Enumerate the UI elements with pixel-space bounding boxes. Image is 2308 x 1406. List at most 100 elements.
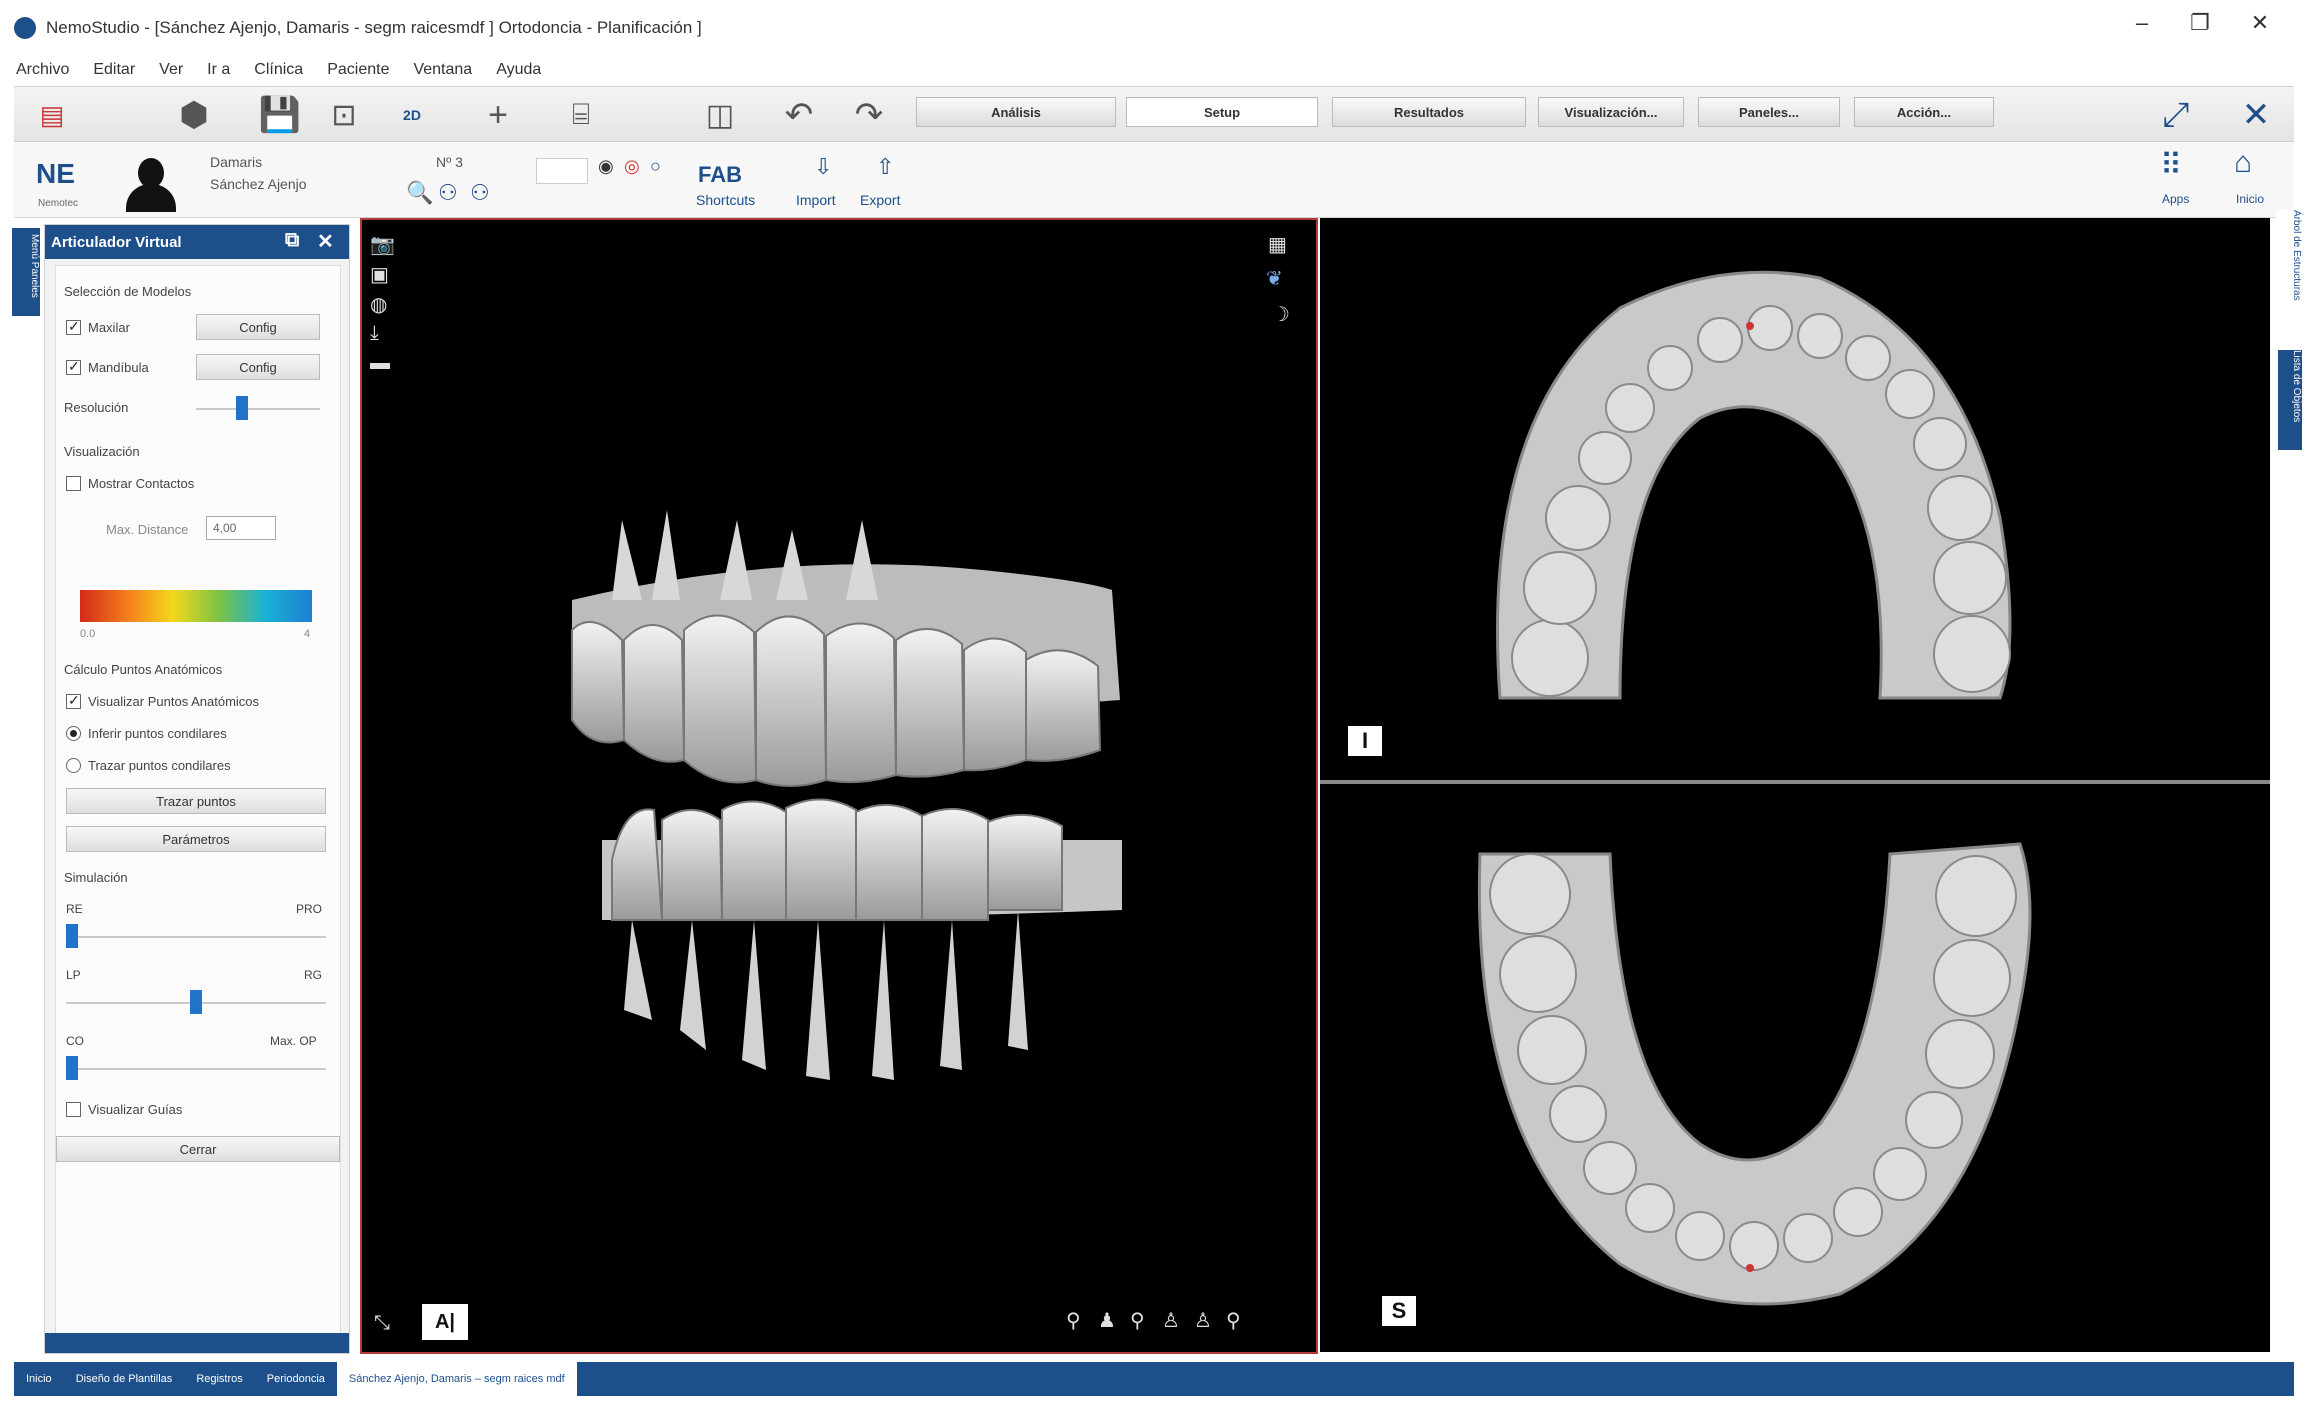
maximize-button[interactable]: ❐ xyxy=(2180,10,2220,36)
trace-points-button[interactable]: Trazar puntos xyxy=(66,788,326,814)
main-3d-viewport[interactable]: 📷 ▣ ◍ ⤓ ▬ ▦ ❦ ☽ ⤡ A| ⚲ ♟ ⚲ ♙ ♙ ⚲ xyxy=(360,218,1318,1354)
panels-menu-strip[interactable]: Menú Paneles xyxy=(12,228,40,316)
menu-ir-a[interactable]: Ir a xyxy=(207,61,230,79)
tab-setup[interactable]: Setup xyxy=(1126,97,1318,127)
dot-blue-icon[interactable]: ○ xyxy=(650,156,661,177)
parameters-button[interactable]: Parámetros xyxy=(66,826,326,852)
resolution-slider-thumb[interactable] xyxy=(236,396,248,420)
mandibula-config-button[interactable]: Config xyxy=(196,354,320,380)
view-top-icon[interactable]: ♙ xyxy=(1162,1308,1180,1333)
status-tab-diseno-plantillas[interactable]: Diseño de Plantillas xyxy=(64,1362,185,1396)
view-bottom-icon[interactable]: ♙ xyxy=(1194,1308,1212,1333)
undo-icon[interactable]: ↶ xyxy=(774,93,824,137)
menu-archivo[interactable]: Archivo xyxy=(16,61,69,79)
fab-logo[interactable]: FAB xyxy=(698,162,742,188)
re-pro-slider-thumb[interactable] xyxy=(66,924,78,948)
resolution-slider-track[interactable] xyxy=(196,408,320,410)
patient-file-icon[interactable]: ▤ xyxy=(22,93,82,137)
image-icon[interactable]: ▣ xyxy=(370,262,389,287)
mandibula-checkbox[interactable] xyxy=(66,358,81,375)
shortcuts-label[interactable]: Shortcuts xyxy=(696,192,755,208)
dot-red-icon[interactable]: ◎ xyxy=(624,156,640,177)
structure-tree-tab[interactable]: Árbol de Estructuras xyxy=(2278,210,2302,340)
camera-icon[interactable]: 📷 xyxy=(370,232,395,257)
teeth-model-icon[interactable]: ⬢ xyxy=(164,93,224,137)
re-pro-slider-track[interactable] xyxy=(66,936,326,938)
infer-condyle-label: Inferir puntos condilares xyxy=(88,726,227,741)
import-label[interactable]: Import xyxy=(796,192,836,208)
status-tab-registros[interactable]: Registros xyxy=(184,1362,254,1396)
view-left-icon[interactable]: ⚲ xyxy=(1130,1308,1145,1333)
object-list-tab[interactable]: Lista de Objetos xyxy=(2278,350,2302,450)
arch-view-icon[interactable]: ⌸ xyxy=(544,93,618,137)
show-anatomic-checkbox[interactable] xyxy=(66,692,81,709)
apps-grid-icon[interactable]: ⠿ xyxy=(2160,148,2182,183)
import-icon[interactable]: ⇩ xyxy=(814,154,832,180)
panel-collapse-bar[interactable] xyxy=(45,1333,349,1353)
sphere-icon[interactable]: ◍ xyxy=(370,292,387,317)
co-op-slider-thumb[interactable] xyxy=(66,1056,78,1080)
infer-condyle-radio[interactable] xyxy=(66,726,81,741)
export-icon[interactable]: ⇧ xyxy=(876,154,894,180)
close-case-icon[interactable]: ✕ xyxy=(2228,93,2284,137)
patient-add-icon[interactable]: ⚇ xyxy=(438,180,458,206)
lp-rg-slider-thumb[interactable] xyxy=(190,990,202,1014)
panel-close-icon[interactable]: ✕ xyxy=(317,229,334,254)
tab-paneles[interactable]: Paneles... xyxy=(1698,97,1840,127)
ab-toggle-button[interactable]: A| xyxy=(422,1304,468,1340)
expand-icon[interactable]: ⤢ xyxy=(2148,93,2204,137)
tab-visualizacion[interactable]: Visualización... xyxy=(1538,97,1684,127)
view-front-icon[interactable]: ⚲ xyxy=(1066,1308,1081,1333)
menu-ver[interactable]: Ver xyxy=(159,61,183,79)
co-op-slider-track[interactable] xyxy=(66,1068,326,1070)
menu-editar[interactable]: Editar xyxy=(93,61,135,79)
anatomic-section-label: Cálculo Puntos Anatómicos xyxy=(64,662,223,677)
menu-clinica[interactable]: Clínica xyxy=(254,61,303,79)
search-icon[interactable]: 🔍 xyxy=(406,180,433,206)
arch-icon[interactable]: ☽ xyxy=(1272,302,1290,327)
panel-close-button[interactable]: Cerrar xyxy=(56,1136,340,1162)
download-icon[interactable]: ⤓ xyxy=(370,322,379,345)
status-tab-periodoncia[interactable]: Periodoncia xyxy=(255,1362,337,1396)
redo-icon[interactable]: ↷ xyxy=(844,93,894,137)
brain-icon[interactable]: ❦ xyxy=(1266,266,1283,291)
status-tab-patient-case[interactable]: Sánchez Ajenjo, Damaris – segm raices md… xyxy=(336,1362,577,1396)
panel-title: Articulador Virtual xyxy=(51,233,182,251)
add-icon[interactable]: + xyxy=(470,93,526,137)
fit-view-icon[interactable]: ⤡ xyxy=(374,1312,390,1335)
undock-icon[interactable]: ⧉ xyxy=(285,229,299,252)
occlusal-superior-viewport[interactable]: S xyxy=(1320,784,2270,1352)
menu-paciente[interactable]: Paciente xyxy=(327,61,389,79)
view-right-icon[interactable]: ⚲ xyxy=(1226,1308,1241,1333)
apps-label[interactable]: Apps xyxy=(2162,192,2189,206)
maxilar-checkbox[interactable] xyxy=(66,318,81,335)
folder-icon[interactable]: ▬ xyxy=(370,352,390,375)
occlusal-inferior-viewport[interactable]: I xyxy=(1320,218,2270,780)
show-contacts-checkbox[interactable] xyxy=(66,476,81,491)
menu-ventana[interactable]: Ventana xyxy=(413,61,472,79)
capture-icon[interactable]: ⊡ xyxy=(314,93,374,137)
tab-analisis[interactable]: Análisis xyxy=(916,97,1116,127)
save-icon[interactable]: 💾 xyxy=(250,93,310,137)
view-2d-button[interactable]: 2D xyxy=(380,93,444,137)
trace-condyle-radio[interactable] xyxy=(66,758,81,773)
tab-resultados[interactable]: Resultados xyxy=(1332,97,1526,127)
close-window-button[interactable]: ✕ xyxy=(2240,10,2280,36)
grid-toggle-icon[interactable]: ▦ xyxy=(1268,232,1287,257)
tab-accion[interactable]: Acción... xyxy=(1854,97,1994,127)
max-distance-spinner[interactable]: 4,00 xyxy=(206,516,276,540)
home-icon[interactable]: ⌂ xyxy=(2234,146,2252,180)
show-guides-checkbox[interactable] xyxy=(66,1102,81,1117)
export-label[interactable]: Export xyxy=(860,192,900,208)
menu-ayuda[interactable]: Ayuda xyxy=(496,61,541,79)
minimize-button[interactable]: – xyxy=(2122,10,2162,36)
home-label[interactable]: Inicio xyxy=(2236,192,2264,206)
maxilar-config-button[interactable]: Config xyxy=(196,314,320,340)
status-tab-inicio[interactable]: Inicio xyxy=(14,1362,64,1396)
view-person-icon[interactable]: ♟ xyxy=(1098,1308,1116,1333)
layout-icon[interactable]: ◫ xyxy=(690,93,750,137)
patient-avatar[interactable] xyxy=(118,152,184,212)
patient-link-icon[interactable]: ⚇ xyxy=(470,180,490,206)
color-swatch-field[interactable] xyxy=(536,158,588,184)
dot-dark-icon[interactable]: ◉ xyxy=(598,156,614,177)
